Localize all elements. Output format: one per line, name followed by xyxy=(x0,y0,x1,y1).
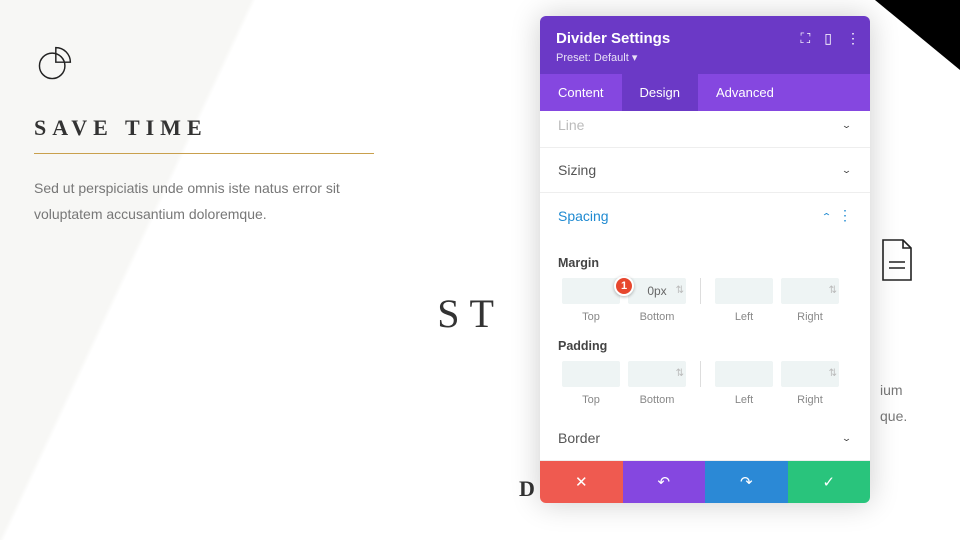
chevron-down-icon: ⌄ xyxy=(841,432,852,443)
padding-left-input[interactable] xyxy=(715,361,773,387)
padding-right-label: Right xyxy=(777,394,843,406)
margin-label: Margin xyxy=(558,256,852,270)
tab-design[interactable]: Design xyxy=(622,74,698,111)
link-icon[interactable]: ⇅ xyxy=(676,368,684,379)
margin-top-input[interactable] xyxy=(562,278,620,304)
link-icon[interactable]: ⇅ xyxy=(676,285,684,296)
tab-content[interactable]: Content xyxy=(540,74,622,111)
section-border-label: Border xyxy=(558,430,600,446)
margin-left-label: Left xyxy=(711,311,777,323)
section-sizing[interactable]: Sizing ⌄ xyxy=(540,148,870,193)
section-spacing[interactable]: Spacing ⌄ ⋮ xyxy=(540,193,870,238)
expand-icon[interactable]: ⛶ xyxy=(800,30,810,47)
pie-chart-icon xyxy=(34,44,384,89)
divider-settings-panel: Divider Settings Preset: Default ▾ ⛶ ▯ ⋮… xyxy=(540,16,870,503)
section-line-label: Line xyxy=(558,117,584,133)
margin-top-label: Top xyxy=(558,311,624,323)
padding-top-input[interactable] xyxy=(562,361,620,387)
section-line[interactable]: Line ⌄ xyxy=(540,111,870,148)
chevron-up-icon: ⌄ xyxy=(821,210,832,221)
undo-button[interactable]: ↶ xyxy=(623,461,706,503)
section-border[interactable]: Border ⌄ xyxy=(540,416,870,461)
text-fragment-que: que. xyxy=(880,408,907,424)
panel-header[interactable]: Divider Settings Preset: Default ▾ ⛶ ▯ ⋮ xyxy=(540,16,870,74)
link-icon[interactable]: ⇅ xyxy=(829,285,837,296)
heading-underline xyxy=(34,153,374,154)
section-sizing-label: Sizing xyxy=(558,162,596,178)
text-fragment-ium: ium xyxy=(880,382,903,398)
padding-bottom-label: Bottom xyxy=(624,394,690,406)
panel-tabs: Content Design Advanced xyxy=(540,74,870,111)
preset-selector[interactable]: Preset: Default ▾ xyxy=(556,51,854,64)
standard-heading-left: ST xyxy=(437,290,504,337)
save-time-paragraph: Sed ut perspiciatis unde omnis iste natu… xyxy=(34,176,364,228)
panel-footer: ✕ ↶ ↷ ✓ xyxy=(540,461,870,503)
mobile-preview-icon[interactable]: ▯ xyxy=(824,30,832,47)
margin-right-label: Right xyxy=(777,311,843,323)
save-button[interactable]: ✓ xyxy=(788,461,871,503)
cancel-button[interactable]: ✕ xyxy=(540,461,623,503)
padding-left-label: Left xyxy=(711,394,777,406)
redo-button[interactable]: ↷ xyxy=(705,461,788,503)
chevron-down-icon: ⌄ xyxy=(841,164,852,175)
padding-top-label: Top xyxy=(558,394,624,406)
margin-bottom-label: Bottom xyxy=(624,311,690,323)
chevron-down-icon: ⌄ xyxy=(841,119,852,130)
margin-left-input[interactable] xyxy=(715,278,773,304)
more-icon[interactable]: ⋮ xyxy=(846,30,860,47)
document-icon xyxy=(876,236,918,289)
section-spacing-label: Spacing xyxy=(558,208,609,224)
link-icon[interactable]: ⇅ xyxy=(829,368,837,379)
save-time-heading: SAVE TIME xyxy=(34,115,384,141)
tab-advanced[interactable]: Advanced xyxy=(698,74,792,111)
annotation-badge-1: 1 xyxy=(614,276,634,296)
section-options-icon[interactable]: ⋮ xyxy=(838,207,852,223)
padding-label: Padding xyxy=(558,339,852,353)
